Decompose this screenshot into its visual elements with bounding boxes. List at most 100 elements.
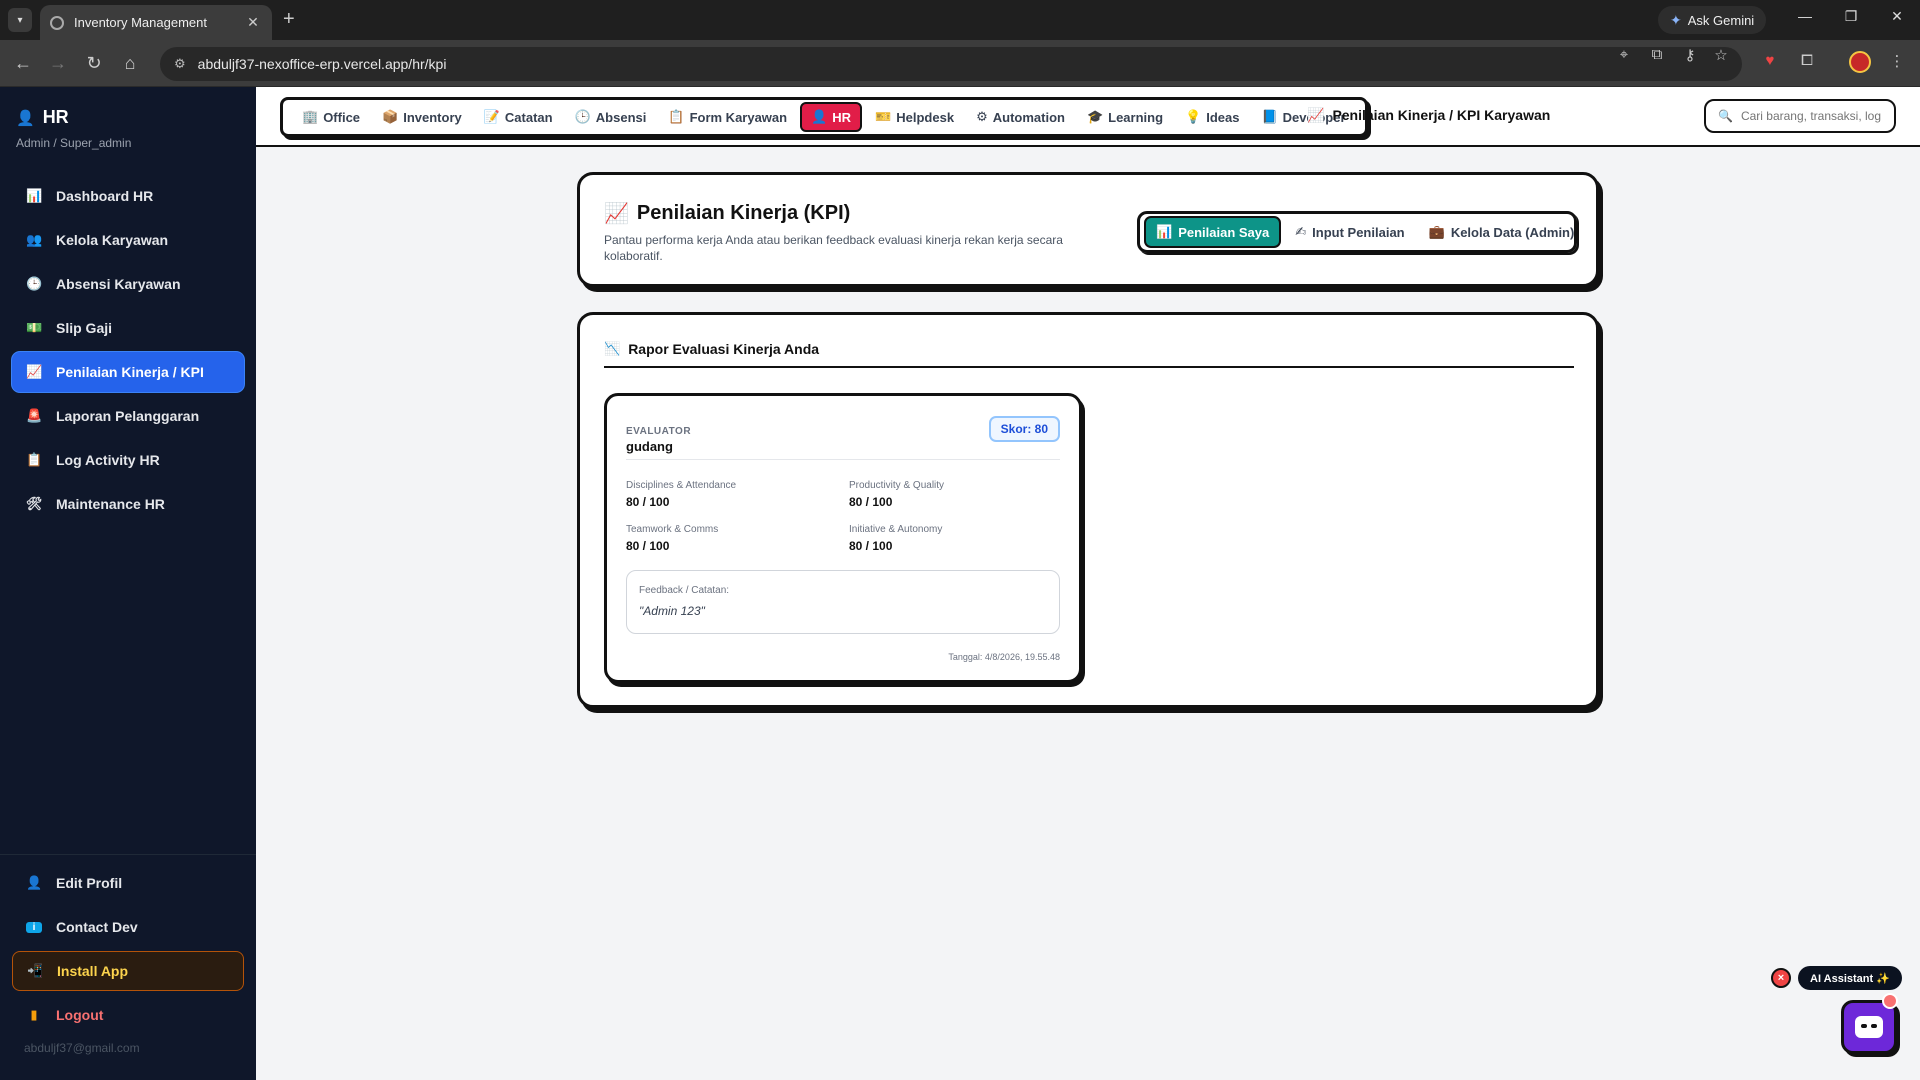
evaluator-name: gudang — [626, 439, 673, 454]
metric-value: 80 / 100 — [849, 495, 893, 509]
door-icon: ▮ — [30, 1007, 38, 1022]
logout-button[interactable]: ▮ Logout — [12, 995, 244, 1035]
sidebar-item-slip-gaji[interactable]: 💵 Slip Gaji — [12, 308, 244, 348]
box-icon: 📦 — [382, 109, 399, 124]
chart-icon: 📊 — [26, 188, 43, 203]
tab-input-penilaian[interactable]: ✍ Input Penilaian — [1285, 218, 1414, 246]
tab-kelola-data-admin[interactable]: 💼 Kelola Data (Admin) — [1419, 218, 1585, 246]
money-icon: 💵 — [26, 320, 43, 335]
nav-hr[interactable]: 👤 HR — [800, 102, 863, 132]
nav-office[interactable]: 🏢 Office — [293, 104, 369, 130]
page-breadcrumb: 📈 Penilaian Kinerja / KPI Karyawan — [1307, 107, 1551, 123]
metric-label: Teamwork & Comms — [626, 524, 719, 535]
nav-form-karyawan[interactable]: 📋 Form Karyawan — [659, 104, 796, 130]
writing-hand-icon: ✍ — [1295, 224, 1307, 239]
chart-icon: 📊 — [1156, 224, 1173, 239]
browser-tab[interactable]: Inventory Management ✕ — [40, 5, 272, 40]
trend-down-icon: 📉 — [604, 341, 621, 356]
evaluation-divider — [626, 459, 1060, 460]
download-icon: 📲 — [27, 963, 44, 978]
home-icon[interactable]: ⌂ — [118, 52, 142, 74]
siren-icon: 🚨 — [26, 408, 43, 423]
sidebar-item-absensi-karyawan[interactable]: 🕒 Absensi Karyawan — [12, 264, 244, 304]
sidebar-item-kelola-karyawan[interactable]: 👥 Kelola Karyawan — [12, 220, 244, 260]
new-tab-plus-icon[interactable]: + — [283, 9, 295, 29]
user-email: abduljf37@gmail.com — [24, 1041, 140, 1055]
trend-up-icon: 📈 — [26, 364, 43, 379]
sidebar-item-maintenance-hr[interactable]: 🛠 Maintenance HR — [12, 484, 244, 524]
kpi-tabs: 📊 Penilaian Saya ✍ Input Penilaian 💼 Kel… — [1137, 211, 1577, 253]
globe-icon — [50, 15, 64, 30]
feedback-text: "Admin 123" — [639, 604, 705, 618]
sidebar-role: Admin / Super_admin — [16, 136, 132, 150]
extension-brave-icon[interactable]: ♥ — [1758, 52, 1782, 69]
nav-inventory[interactable]: 📦 Inventory — [373, 104, 471, 130]
tab-list-chevron-icon[interactable]: ▾ — [8, 8, 32, 32]
tab-penilaian-saya[interactable]: 📊 Penilaian Saya — [1144, 216, 1282, 248]
sidebar-item-dashboard-hr[interactable]: 📊 Dashboard HR — [12, 176, 244, 216]
sidebar-item-penilaian-kinerja[interactable]: 📈 Penilaian Kinerja / KPI — [12, 352, 244, 392]
minimize-icon[interactable]: — — [1790, 8, 1820, 24]
metric-teamwork: Teamwork & Comms 80 / 100 — [626, 524, 826, 553]
install-app-icon[interactable]: ⧉ — [1645, 46, 1669, 63]
metric-initiative: Initiative & Autonomy 80 / 100 — [849, 524, 1049, 553]
rapor-card: 📉 Rapor Evaluasi Kinerja Anda EVALUATOR … — [577, 312, 1599, 708]
clock-icon: 🕒 — [574, 109, 591, 124]
nav-ideas[interactable]: 💡 Ideas — [1176, 104, 1248, 130]
forward-arrow-icon[interactable]: → — [46, 52, 70, 74]
metric-label: Disciplines & Attendance — [626, 480, 737, 491]
key-icon[interactable]: ⚷ — [1678, 46, 1702, 64]
building-icon: 🏢 — [302, 109, 319, 124]
trend-up-icon: 📈 — [604, 203, 629, 225]
url-field[interactable]: ⚙ abduljf37-nexoffice-erp.vercel.app/hr/… — [160, 47, 1742, 81]
sidebar-item-laporan-pelanggaran[interactable]: 🚨 Laporan Pelanggaran — [12, 396, 244, 436]
metric-label: Initiative & Autonomy — [849, 524, 943, 535]
people-icon: 👥 — [26, 232, 43, 247]
bookmark-star-icon[interactable]: ☆ — [1709, 46, 1733, 64]
ai-assistant-close-button[interactable]: × — [1771, 968, 1791, 988]
extensions-puzzle-icon[interactable]: ⧠ — [1795, 52, 1819, 69]
address-bar: ← → ↻ ⌂ ⚙ abduljf37-nexoffice-erp.vercel… — [0, 40, 1920, 87]
back-arrow-icon[interactable]: ← — [11, 52, 35, 74]
gear-icon: ⚙ — [976, 109, 988, 124]
book-icon: 📘 — [1261, 109, 1278, 124]
kpi-header-card: 📈 Penilaian Kinerja (KPI) Pantau perform… — [577, 172, 1599, 287]
reload-icon[interactable]: ↻ — [82, 52, 106, 74]
ticket-icon: 🎫 — [875, 109, 892, 124]
install-app-button[interactable]: 📲 Install App — [12, 951, 244, 991]
tab-close-icon[interactable]: ✕ — [244, 14, 262, 31]
nav-helpdesk[interactable]: 🎫 Helpdesk — [866, 104, 963, 130]
restore-icon[interactable]: ❐ — [1836, 8, 1866, 25]
profile-avatar-icon[interactable] — [1849, 51, 1871, 73]
metric-value: 80 / 100 — [849, 539, 893, 553]
score-badge: Skor: 80 — [988, 416, 1060, 442]
window-close-icon[interactable]: ✕ — [1882, 8, 1912, 25]
nav-automation[interactable]: ⚙ Automation — [967, 104, 1074, 130]
search-input[interactable] — [1740, 109, 1881, 123]
ask-gemini-label: Ask Gemini — [1687, 12, 1755, 28]
nav-learning[interactable]: 🎓 Learning — [1078, 104, 1172, 130]
browser-menu-icon[interactable]: ⋮ — [1885, 52, 1909, 70]
rapor-divider — [604, 366, 1574, 368]
user-icon: 👤 — [16, 109, 35, 127]
nav-catatan[interactable]: 📝 Catatan — [475, 104, 562, 130]
evaluator-label: EVALUATOR — [626, 426, 692, 437]
ai-assistant-label[interactable]: AI Assistant ✨ — [1798, 966, 1902, 990]
feedback-box: Feedback / Catatan: "Admin 123" — [626, 570, 1060, 634]
sidebar-item-log-activity[interactable]: 📋 Log Activity HR — [12, 440, 244, 480]
robot-face-icon — [1855, 1016, 1883, 1038]
ask-gemini-button[interactable]: ✦ Ask Gemini — [1658, 6, 1767, 34]
gemini-sparkle-icon: ✦ — [1670, 11, 1682, 28]
sidebar-bottom: 👤 Edit Profil i Contact Dev 📲 Install Ap… — [0, 854, 256, 1055]
sidebar: 👤 HR Admin / Super_admin 📊 Dashboard HR … — [0, 87, 256, 1080]
global-search[interactable]: 🔍 — [1704, 99, 1896, 133]
form-icon: 📋 — [668, 109, 685, 124]
sidebar-title: 👤 HR — [16, 107, 69, 127]
page-title: 📈 Penilaian Kinerja (KPI) — [604, 202, 851, 225]
clock-icon: 🕒 — [26, 276, 43, 291]
edit-profile-link[interactable]: 👤 Edit Profil — [12, 863, 244, 903]
location-pin-icon[interactable]: ⌖ — [1612, 46, 1636, 63]
site-settings-icon[interactable]: ⚙ — [174, 56, 186, 72]
contact-dev-link[interactable]: i Contact Dev — [12, 907, 244, 947]
nav-absensi[interactable]: 🕒 Absensi — [566, 104, 656, 130]
